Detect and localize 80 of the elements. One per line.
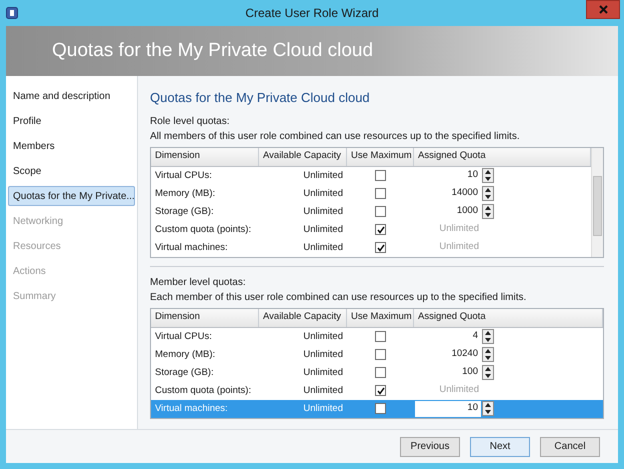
checkmark-icon <box>376 386 384 394</box>
quota-spin-field[interactable]: 10 <box>415 400 481 416</box>
capacity-cell-text: Unlimited <box>302 366 344 380</box>
use-maximum-checkbox[interactable] <box>375 188 386 199</box>
spin-buttons[interactable] <box>482 204 494 219</box>
table-row[interactable]: Memory (MB): Unlimited 14000 <box>151 184 591 202</box>
capacity-cell-text: Unlimited <box>302 240 344 254</box>
wizard-button[interactable]: Previous <box>400 436 460 456</box>
table-row[interactable]: Virtual machines: Unlimited 10 <box>151 400 603 418</box>
table-row[interactable]: Virtual CPUs: Unlimited 10 <box>151 166 591 184</box>
wizard-step[interactable]: Name and description <box>8 86 135 106</box>
vertical-scrollbar[interactable] <box>591 148 603 256</box>
use-maximum-checkbox[interactable] <box>375 206 386 217</box>
table-row[interactable]: Custom quota (points): Unlimited Unlimited <box>151 220 591 238</box>
table-row[interactable]: Custom quota (points): Unlimited Unlimited <box>151 382 603 400</box>
banner-title: Quotas for the My Private Cloud cloud <box>52 38 374 63</box>
use-maximum-checkbox[interactable] <box>375 367 386 378</box>
wizard-button[interactable]: Cancel <box>540 436 600 456</box>
page-heading: Quotas for the My Private Cloud cloud <box>150 89 371 107</box>
dimension-cell-text: Memory (MB): <box>154 348 216 362</box>
close-button[interactable] <box>586 0 620 19</box>
table-row[interactable]: Virtual CPUs: Unlimited 4 <box>151 328 603 346</box>
capacity-cell-text: Unlimited <box>302 330 344 344</box>
section-description: Each member of this user role combined can use resources up to the specified limits. <box>150 290 528 304</box>
column-header[interactable]: Dimension <box>151 148 259 166</box>
spin-buttons[interactable] <box>482 168 494 183</box>
column-header[interactable]: Use Maximum <box>347 148 414 166</box>
use-maximum-checkbox[interactable] <box>375 349 386 360</box>
use-maximum-checkbox[interactable] <box>375 331 386 342</box>
dimension-cell-text: Memory (MB): <box>154 186 216 200</box>
section-description: All members of this user role combined can use resources up to the specified limits. <box>150 130 521 144</box>
checkmark-icon <box>376 226 384 234</box>
table-row[interactable]: Virtual machines: Unlimited Unlimited <box>151 238 591 256</box>
dimension-cell-text: Custom quota (points): <box>154 222 252 236</box>
table-row[interactable]: Memory (MB): Unlimited 10240 <box>151 346 603 364</box>
column-header[interactable]: Assigned Quota <box>414 308 603 326</box>
column-header[interactable]: Use Maximum <box>347 308 414 326</box>
dimension-cell-text: Virtual machines: <box>154 240 229 254</box>
window-title: Create User Role Wizard <box>245 5 379 22</box>
assigned-quota-text: Unlimited <box>438 222 480 236</box>
section-title: Role level quotas: <box>150 114 230 128</box>
capacity-cell-text: Unlimited <box>302 402 344 416</box>
use-maximum-checkbox[interactable] <box>375 224 386 235</box>
dimension-cell-text: Virtual CPUs: <box>154 330 213 344</box>
capacity-cell-text: Unlimited <box>302 204 344 218</box>
section-title: Member level quotas: <box>150 276 247 290</box>
dimension-cell-text: Storage (GB): <box>154 204 215 218</box>
capacity-cell-text: Unlimited <box>302 384 344 398</box>
checkmark-icon <box>376 244 384 252</box>
wizard-step[interactable]: Profile <box>8 111 135 131</box>
use-maximum-checkbox[interactable] <box>375 170 386 181</box>
spin-buttons[interactable] <box>482 186 494 201</box>
column-header[interactable]: Available Capacity <box>259 308 347 326</box>
capacity-cell-text: Unlimited <box>302 348 344 362</box>
wizard-step[interactable]: Scope <box>8 161 135 181</box>
column-header[interactable]: Dimension <box>151 308 259 326</box>
table-row[interactable]: Storage (GB): Unlimited 100 <box>151 364 603 382</box>
wizard-step[interactable]: Quotas for the My Private... <box>8 186 135 206</box>
column-header[interactable]: Available Capacity <box>259 148 347 166</box>
dimension-cell-text: Virtual machines: <box>154 402 229 416</box>
spin-buttons[interactable] <box>482 401 494 416</box>
close-icon <box>598 5 608 14</box>
spin-buttons[interactable] <box>482 347 494 362</box>
capacity-cell-text: Unlimited <box>302 186 344 200</box>
capacity-cell-text: Unlimited <box>302 168 344 182</box>
spin-buttons[interactable] <box>482 329 494 344</box>
dimension-cell-text: Custom quota (points): <box>154 384 252 398</box>
app-icon[interactable] <box>6 7 18 19</box>
assigned-quota-text: Unlimited <box>438 240 480 254</box>
table-row[interactable]: Storage (GB): Unlimited 1000 <box>151 202 591 220</box>
assigned-quota-text: Unlimited <box>438 383 480 398</box>
capacity-cell-text: Unlimited <box>302 222 344 236</box>
use-maximum-checkbox[interactable] <box>375 242 386 253</box>
use-maximum-checkbox[interactable] <box>375 385 386 396</box>
dimension-cell-text: Virtual CPUs: <box>154 168 213 182</box>
wizard-button[interactable]: Next <box>470 436 530 456</box>
spin-buttons[interactable] <box>482 365 494 380</box>
wizard-step[interactable]: Members <box>8 136 135 156</box>
use-maximum-checkbox[interactable] <box>375 403 386 414</box>
dimension-cell-text: Storage (GB): <box>154 366 215 380</box>
